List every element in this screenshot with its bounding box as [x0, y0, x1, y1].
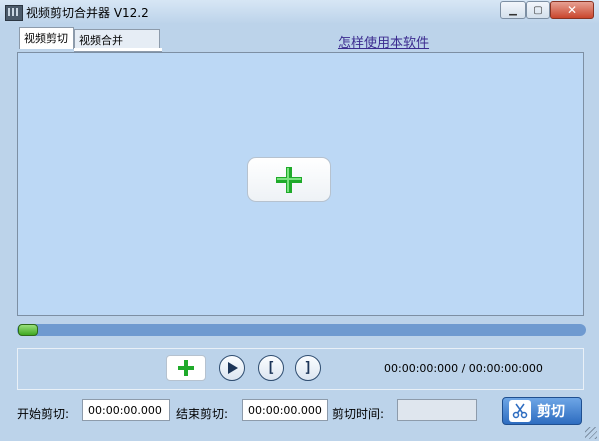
- add-video-icon: [276, 166, 302, 193]
- mark-in-icon: [: [266, 360, 276, 376]
- cut-duration-field: [397, 399, 477, 421]
- start-cut-label: 开始剪切:: [17, 407, 70, 421]
- progress-track[interactable]: [17, 324, 586, 336]
- window-title: 视频剪切合并器 V12.2: [26, 6, 149, 20]
- resize-grip[interactable]: [585, 427, 597, 439]
- mark-out-button[interactable]: ]: [295, 355, 321, 381]
- maximize-icon: ▢: [533, 4, 543, 16]
- cut-duration-label: 剪切时间:: [332, 407, 385, 421]
- help-link[interactable]: 怎样使用本软件: [338, 32, 429, 51]
- progress-thumb[interactable]: [18, 324, 38, 336]
- start-cut-input[interactable]: [82, 399, 170, 421]
- add-video-button[interactable]: [247, 157, 331, 202]
- mark-in-button[interactable]: [: [258, 355, 284, 381]
- scissors-icon: [509, 400, 531, 422]
- cut-button-label: 剪切: [537, 404, 565, 420]
- add-icon: [178, 360, 194, 376]
- app-icon: [5, 5, 23, 21]
- tab-video-cut[interactable]: 视频剪切: [19, 27, 74, 49]
- time-readout: 00:00:00:000 / 00:00:00:000: [384, 362, 543, 375]
- cut-button[interactable]: 剪切: [502, 397, 582, 425]
- play-icon: [228, 362, 238, 374]
- minimize-icon: ▁: [509, 4, 517, 16]
- minimize-button[interactable]: ▁: [500, 1, 526, 19]
- close-icon: ✕: [566, 3, 578, 17]
- title-bar: 视频剪切合并器 V12.2 ▁ ▢ ✕: [0, 0, 599, 24]
- add-button[interactable]: [166, 355, 206, 381]
- maximize-button[interactable]: ▢: [526, 1, 550, 19]
- play-button[interactable]: [219, 355, 245, 381]
- tab-video-merge[interactable]: 视频合并: [74, 29, 160, 49]
- end-cut-input[interactable]: [242, 399, 328, 421]
- mark-out-icon: ]: [303, 360, 313, 376]
- end-cut-label: 结束剪切:: [176, 407, 229, 421]
- close-button[interactable]: ✕: [550, 1, 594, 19]
